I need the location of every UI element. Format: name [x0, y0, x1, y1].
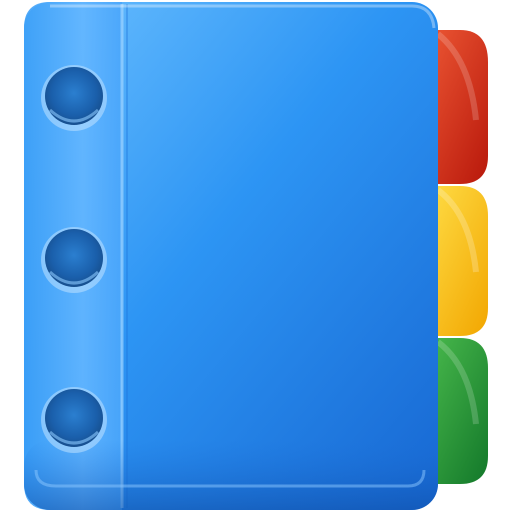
binder-ring-3 — [41, 387, 107, 453]
binder-ring-2 — [41, 227, 107, 293]
address-book-icon — [0, 0, 512, 512]
address-book-graphic — [24, 2, 488, 510]
binder-ring-1 — [41, 65, 107, 131]
